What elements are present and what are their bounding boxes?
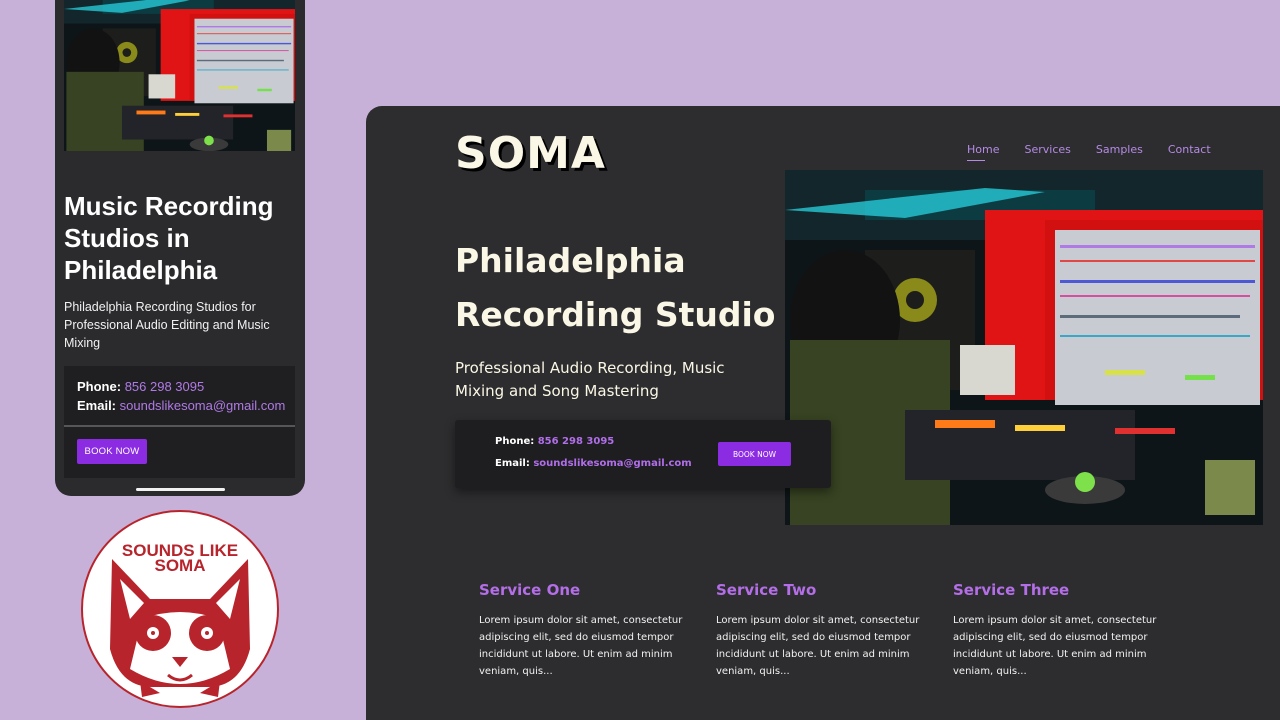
service-card: Service Three Lorem ipsum dolor sit amet… — [953, 581, 1168, 680]
studio-photo — [64, 0, 295, 151]
studio-photo — [785, 170, 1263, 525]
desktop-email-row: Email: soundslikesoma@gmail.com — [495, 458, 692, 469]
hero-subtitle: Professional Audio Recording, Music Mixi… — [455, 359, 725, 400]
mobile-contact-divider — [64, 425, 295, 427]
desktop-mockup: SOMA Home Services Samples Contact Phila… — [366, 106, 1280, 720]
home-indicator-bar — [136, 488, 225, 491]
hero-title-line1: Philadelphia — [455, 241, 686, 280]
mobile-contact-box: Phone: 856 298 3095 Email: soundslikesom… — [64, 366, 295, 478]
mobile-phone-row: Phone: 856 298 3095 — [77, 379, 204, 394]
desktop-hero-image — [785, 170, 1263, 525]
service-card: Service Two Lorem ipsum dolor sit amet, … — [716, 581, 931, 680]
nav-services[interactable]: Services — [1024, 143, 1070, 156]
service-card: Service One Lorem ipsum dolor sit amet, … — [479, 581, 694, 680]
site-logo[interactable]: SOMA — [455, 128, 606, 179]
service-description: Lorem ipsum dolor sit amet, consectetur … — [953, 615, 1157, 677]
desktop-book-now-button[interactable]: BOOK NOW — [718, 442, 791, 466]
service-title: Service Two — [716, 581, 817, 599]
mobile-email-link[interactable]: soundslikesoma@gmail.com — [120, 398, 286, 413]
desktop-phone-label: Phone: — [495, 436, 535, 447]
desktop-phone-row: Phone: 856 298 3095 — [495, 436, 614, 447]
desktop-email-link[interactable]: soundslikesoma@gmail.com — [533, 458, 691, 469]
mobile-phone-link[interactable]: 856 298 3095 — [125, 379, 205, 394]
service-description: Lorem ipsum dolor sit amet, consectetur … — [479, 615, 683, 677]
mobile-email-row: Email: soundslikesoma@gmail.com — [77, 398, 285, 413]
mobile-hero-image — [64, 0, 295, 151]
desktop-contact-box: Phone: 856 298 3095 Email: soundslikesom… — [455, 420, 831, 488]
main-navigation: Home Services Samples Contact — [967, 143, 1211, 161]
nav-samples[interactable]: Samples — [1096, 143, 1143, 156]
service-title: Service Three — [953, 581, 1070, 599]
hero-title-line2: Recording Studio — [455, 295, 776, 334]
mobile-mockup: Music Recording Studios in Philadelphia … — [55, 0, 305, 496]
badge-text-line2: SOMA — [155, 556, 206, 575]
desktop-phone-link[interactable]: 856 298 3095 — [538, 436, 615, 447]
mobile-page-title: Music Recording Studios in Philadelphia — [64, 191, 274, 285]
mobile-email-label: Email: — [77, 398, 117, 413]
mobile-book-now-button[interactable]: BOOK NOW — [77, 439, 147, 464]
mobile-phone-label: Phone: — [77, 379, 122, 394]
hero-title: Philadelphia Recording Studio — [455, 234, 795, 342]
sounds-like-soma-logo: SOUNDS LIKE SOMA — [80, 509, 280, 709]
nav-home[interactable]: Home — [967, 143, 999, 161]
desktop-email-label: Email: — [495, 458, 530, 469]
mobile-page-subtitle: Philadelphia Recording Studios for Profe… — [64, 300, 270, 350]
nav-contact[interactable]: Contact — [1168, 143, 1211, 156]
service-title: Service One — [479, 581, 581, 599]
cat-logo-icon: SOUNDS LIKE SOMA — [81, 510, 279, 708]
service-description: Lorem ipsum dolor sit amet, consectetur … — [716, 615, 920, 677]
